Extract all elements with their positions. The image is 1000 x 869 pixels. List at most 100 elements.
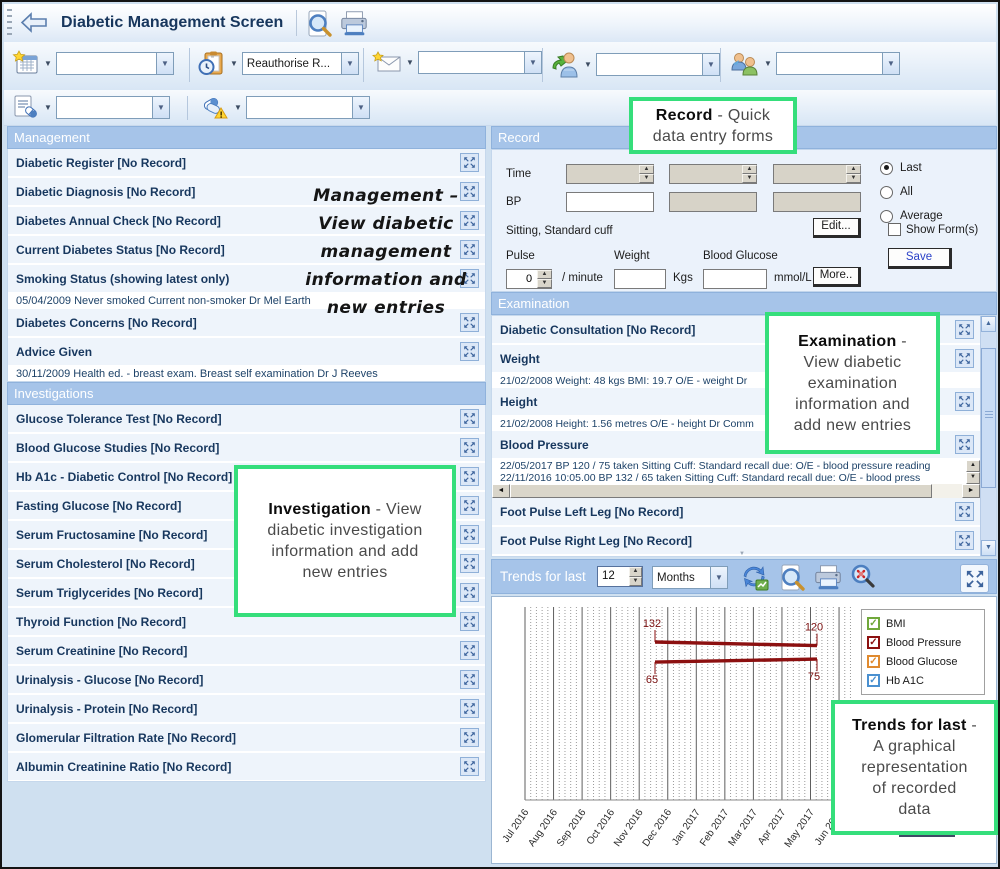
period-down-icon[interactable]: ▼ (629, 577, 642, 587)
patient-group-icon[interactable] (728, 50, 760, 77)
more-button[interactable]: More.. (813, 267, 861, 287)
save-button[interactable]: Save (888, 248, 952, 269)
medication-warning-icon[interactable] (200, 94, 230, 121)
pulse-up-icon[interactable]: ▲ (537, 270, 552, 279)
refresh-chart-icon[interactable] (740, 563, 769, 592)
new-mail-caret-icon[interactable]: ▼ (406, 58, 414, 67)
list-item[interactable]: Advice Given (8, 338, 485, 367)
bp-field-2[interactable] (669, 192, 757, 212)
mail-combo-dropdown-icon[interactable]: ▼ (524, 52, 541, 73)
scroll-right-icon[interactable]: ► (962, 484, 980, 498)
new-appointment-icon[interactable] (12, 50, 40, 76)
medication-warning-caret-icon[interactable]: ▼ (234, 103, 242, 112)
medication-combo-dropdown-icon[interactable]: ▼ (352, 97, 369, 118)
legend-checkbox[interactable]: ✓ (867, 655, 880, 668)
expand-icon[interactable] (460, 438, 479, 457)
bp-field-3[interactable] (773, 192, 861, 212)
expand-icon[interactable] (460, 641, 479, 660)
period-unit-select[interactable]: Months ▼ (652, 566, 728, 589)
expand-icon[interactable] (460, 583, 479, 602)
reauthorise-caret-icon[interactable]: ▼ (230, 59, 238, 68)
trends-expand-button[interactable] (960, 564, 989, 593)
new-mail-icon[interactable] (372, 50, 402, 74)
reauthorise-combo[interactable]: Reauthorise R... ▼ (242, 52, 359, 75)
list-item[interactable]: Urinalysis - Protein [No Record] (8, 695, 485, 724)
expand-icon[interactable] (460, 342, 479, 361)
record-entry[interactable]: 22/11/2016 10:05.00 BP 132 / 65 taken Si… (492, 472, 966, 484)
expand-icon[interactable] (955, 435, 974, 454)
refer-combo-dropdown-icon[interactable]: ▼ (702, 54, 719, 75)
mini-scroll-up-icon[interactable]: ▲ (966, 460, 980, 472)
expand-icon[interactable] (460, 554, 479, 573)
list-item[interactable]: Urinalysis - Glucose [No Record] (8, 666, 485, 695)
scroll-down-icon[interactable]: ▼ (981, 540, 996, 556)
expand-icon[interactable] (460, 409, 479, 428)
pulse-down-icon[interactable]: ▼ (537, 279, 552, 288)
time2-down-icon[interactable]: ▼ (742, 174, 757, 183)
expand-icon[interactable] (460, 670, 479, 689)
scroll-up-icon[interactable]: ▲ (981, 316, 996, 332)
search-preview-icon[interactable] (304, 9, 334, 39)
list-item[interactable]: Albumin Creatinine Ratio [No Record] (8, 753, 485, 782)
prescription-combo-dropdown-icon[interactable]: ▼ (152, 97, 169, 118)
radio-all[interactable] (880, 186, 893, 199)
print-icon[interactable] (339, 9, 369, 39)
new-prescription-caret-icon[interactable]: ▼ (44, 103, 52, 112)
time3-up-icon[interactable]: ▲ (846, 165, 861, 174)
list-item[interactable]: Glomerular Filtration Rate [No Record] (8, 724, 485, 753)
radio-last[interactable] (880, 162, 893, 175)
examination-scrollbar[interactable]: ▲ ▼ (980, 316, 996, 556)
edit-button[interactable]: Edit... (813, 218, 861, 238)
reauthorise-combo-dropdown-icon[interactable]: ▼ (341, 53, 358, 74)
time2-up-icon[interactable]: ▲ (742, 165, 757, 174)
expand-icon[interactable] (460, 757, 479, 776)
expand-icon[interactable] (460, 525, 479, 544)
reauthorise-icon[interactable] (198, 50, 226, 77)
appointment-combo-dropdown-icon[interactable]: ▼ (156, 53, 173, 74)
radio-average[interactable] (880, 210, 893, 223)
legend-checkbox[interactable]: ✓ (867, 674, 880, 687)
weight-field[interactable] (614, 269, 666, 289)
mail-combo[interactable]: ▼ (418, 51, 542, 74)
patient-group-caret-icon[interactable]: ▼ (764, 59, 772, 68)
expand-icon[interactable] (955, 349, 974, 368)
expand-icon[interactable] (460, 496, 479, 515)
list-item[interactable]: Foot Pulse Right Leg [No Record] (492, 527, 980, 556)
expand-icon[interactable] (460, 728, 479, 747)
expand-icon[interactable] (460, 153, 479, 172)
period-spinner[interactable]: 12 ▲▼ (597, 566, 643, 587)
time3-down-icon[interactable]: ▼ (846, 174, 861, 183)
list-item[interactable]: Glucose Tolerance Test [No Record] (8, 405, 485, 434)
refer-patient-icon[interactable] (550, 50, 580, 78)
chart-preview-icon[interactable] (777, 563, 806, 592)
new-appointment-caret-icon[interactable]: ▼ (44, 59, 52, 68)
new-prescription-icon[interactable] (12, 94, 40, 121)
back-arrow-icon[interactable] (20, 12, 48, 33)
bp-field-1[interactable] (566, 192, 654, 212)
medication-combo[interactable]: ▼ (246, 96, 370, 119)
list-item[interactable]: Foot Pulse Left Leg [No Record] (492, 498, 980, 527)
blood-glucose-field[interactable] (703, 269, 767, 289)
expand-icon[interactable] (460, 467, 479, 486)
record-entry[interactable]: 22/05/2017 BP 120 / 75 taken Sitting Cuf… (492, 460, 966, 472)
list-item[interactable]: Diabetic Register [No Record] (8, 149, 485, 178)
period-unit-dropdown-icon[interactable]: ▼ (710, 567, 727, 588)
legend-checkbox[interactable]: ✓ (867, 617, 880, 630)
toolbar-grip[interactable] (7, 9, 12, 37)
record-entry[interactable]: 30/11/2009 Health ed. - breast exam. Bre… (8, 367, 485, 382)
collapse-handle-icon[interactable]: ▼ (739, 551, 745, 557)
time1-up-icon[interactable]: ▲ (639, 165, 654, 174)
refer-patient-caret-icon[interactable]: ▼ (584, 60, 592, 69)
zoom-reset-icon[interactable] (849, 563, 878, 592)
expand-icon[interactable] (955, 502, 974, 521)
group-combo-dropdown-icon[interactable]: ▼ (882, 53, 899, 74)
group-combo[interactable]: ▼ (776, 52, 900, 75)
hscroll-thumb[interactable] (510, 484, 932, 498)
legend-checkbox[interactable]: ✓ (867, 636, 880, 649)
time1-down-icon[interactable]: ▼ (639, 174, 654, 183)
prescription-combo[interactable]: ▼ (56, 96, 170, 119)
expand-icon[interactable] (955, 392, 974, 411)
list-item[interactable]: Serum Creatinine [No Record] (8, 637, 485, 666)
chart-print-icon[interactable] (813, 563, 842, 592)
mini-scroll-down-icon[interactable]: ▼ (966, 472, 980, 484)
